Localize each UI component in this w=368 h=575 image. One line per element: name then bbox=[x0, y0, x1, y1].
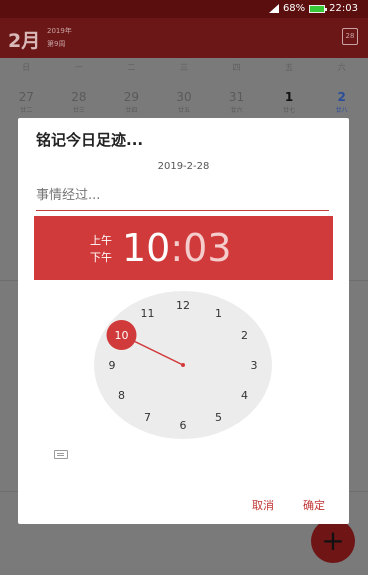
week-dates: 27 廿二 28 廿三 29 廿四 30 廿五 31 廿六 1 廿七 2 廿八 bbox=[0, 90, 368, 114]
status-bar: 68% 22:03 bbox=[0, 0, 368, 18]
clock-number-9[interactable]: 9 bbox=[109, 359, 116, 372]
clock-center bbox=[181, 363, 185, 367]
ok-button[interactable]: 确定 bbox=[303, 497, 325, 513]
hour-display[interactable]: 10 bbox=[122, 226, 170, 270]
year-label: 2019年 bbox=[47, 27, 72, 35]
app-bar: 2月 2019年 第9周 28 bbox=[0, 18, 368, 58]
clock-number-1[interactable]: 1 bbox=[215, 307, 222, 320]
battery-percent: 68% bbox=[282, 3, 306, 14]
minute-display[interactable]: 03 bbox=[183, 226, 231, 270]
cancel-button[interactable]: 取消 bbox=[252, 497, 274, 513]
weekday-header: 日 一 二 三 四 五 六 bbox=[0, 62, 368, 73]
calendar-date[interactable]: 31 廿六 bbox=[219, 90, 255, 114]
time-header: 上午 下午 10:03 bbox=[34, 216, 333, 280]
pm-toggle[interactable]: 下午 bbox=[90, 249, 112, 266]
weekday-label: 二 bbox=[127, 63, 136, 72]
clock-dial[interactable]: 121234567891011 bbox=[94, 290, 274, 440]
calendar-date[interactable]: 30 廿五 bbox=[166, 90, 202, 114]
clock-number-7[interactable]: 7 bbox=[144, 411, 151, 424]
weekday-label: 三 bbox=[179, 63, 188, 72]
weekday-label: 一 bbox=[74, 63, 83, 72]
weekday-label: 四 bbox=[232, 63, 241, 72]
event-description-input[interactable] bbox=[36, 181, 329, 211]
clock-number-10[interactable]: 10 bbox=[115, 329, 129, 342]
ampm-selector: 上午 下午 bbox=[90, 232, 112, 266]
clock-number-3[interactable]: 3 bbox=[251, 359, 258, 372]
clock-number-11[interactable]: 11 bbox=[141, 307, 155, 320]
calendar-date[interactable]: 29 廿四 bbox=[113, 90, 149, 114]
am-toggle[interactable]: 上午 bbox=[90, 232, 112, 249]
month-title[interactable]: 2月 bbox=[8, 26, 40, 53]
battery-icon bbox=[309, 4, 328, 13]
calendar-date[interactable]: 28 廿三 bbox=[61, 90, 97, 114]
calendar-date[interactable]: 27 廿二 bbox=[8, 90, 44, 114]
add-icon: + bbox=[321, 524, 345, 557]
add-button[interactable]: + bbox=[311, 519, 355, 563]
clock-number-5[interactable]: 5 bbox=[215, 411, 222, 424]
keyboard-icon[interactable] bbox=[54, 450, 68, 459]
calendar-date[interactable]: 1 廿七 bbox=[271, 90, 307, 114]
signal-icon bbox=[268, 4, 279, 13]
dialog-title: 铭记今日足迹... bbox=[36, 131, 144, 149]
weekday-label: 日 bbox=[22, 63, 31, 72]
clock-number-8[interactable]: 8 bbox=[118, 389, 125, 402]
calendar-icon[interactable]: 28 bbox=[342, 28, 358, 45]
clock-number-6[interactable]: 6 bbox=[180, 419, 187, 432]
dialog-date: 2019-2-28 bbox=[157, 161, 210, 172]
weekday-label: 六 bbox=[337, 63, 346, 72]
clock-time: 22:03 bbox=[329, 3, 358, 14]
weekday-label: 五 bbox=[285, 63, 294, 72]
time-picker-dialog: 铭记今日足迹... 2019-2-28 上午 下午 10:03 12123456… bbox=[18, 118, 349, 524]
clock-number-4[interactable]: 4 bbox=[241, 389, 248, 402]
week-label: 第9周 bbox=[47, 40, 66, 48]
clock-number-12[interactable]: 12 bbox=[176, 299, 190, 312]
calendar-date-selected[interactable]: 2 廿八 bbox=[324, 90, 360, 114]
time-display: 10:03 bbox=[122, 225, 232, 271]
clock-number-2[interactable]: 2 bbox=[241, 329, 248, 342]
time-separator: : bbox=[170, 226, 184, 270]
